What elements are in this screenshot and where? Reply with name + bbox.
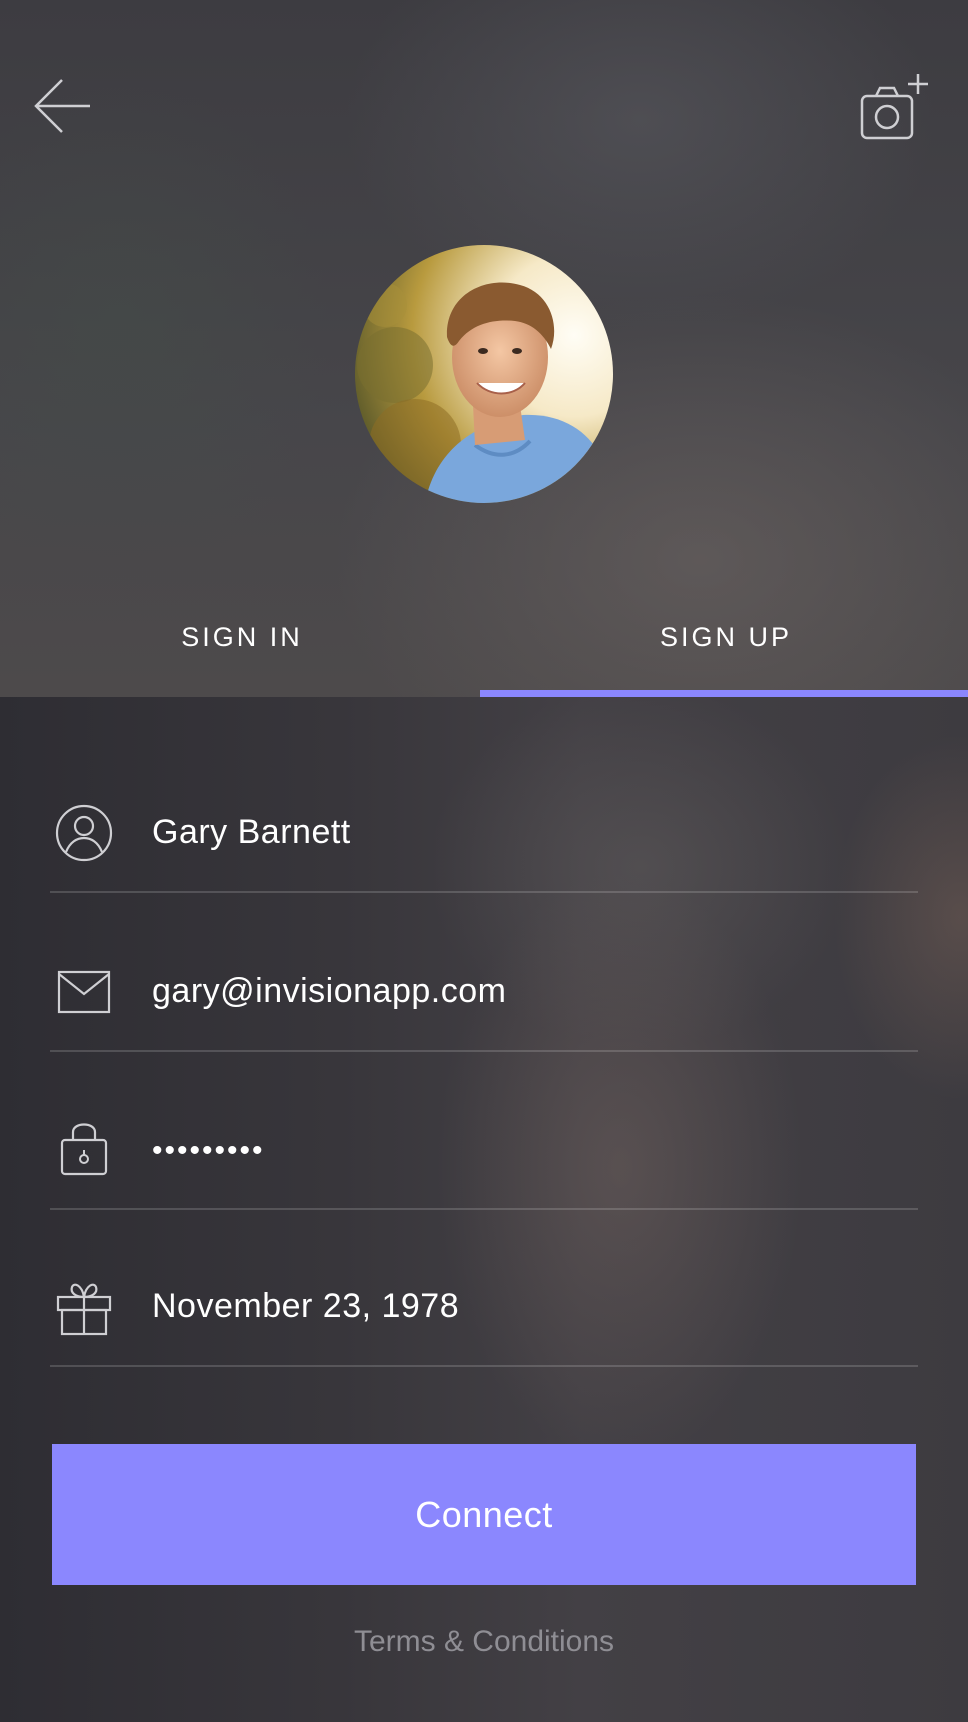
lock-icon xyxy=(60,1123,108,1176)
gift-icon xyxy=(56,1283,112,1336)
birthday-field[interactable] xyxy=(50,1207,918,1367)
arrow-left-icon xyxy=(34,79,90,133)
back-button[interactable] xyxy=(30,74,94,138)
connect-button[interactable]: Connect xyxy=(52,1444,916,1585)
password-value[interactable]: ••••••••• xyxy=(152,1134,265,1168)
add-photo-button[interactable] xyxy=(854,70,934,146)
email-input[interactable] xyxy=(152,970,852,1012)
envelope-icon xyxy=(57,970,111,1014)
tab-sign-in[interactable]: SIGN IN xyxy=(0,590,484,697)
name-field[interactable] xyxy=(50,733,918,893)
user-icon xyxy=(55,804,113,862)
active-tab-indicator xyxy=(480,690,968,697)
camera-add-icon xyxy=(860,74,928,140)
birthday-input[interactable] xyxy=(152,1285,852,1327)
avatar[interactable] xyxy=(355,245,613,503)
auth-tabs: SIGN IN SIGN UP xyxy=(0,590,968,697)
tab-sign-up[interactable]: SIGN UP xyxy=(484,590,968,697)
profile-photo xyxy=(355,245,613,503)
name-input[interactable] xyxy=(152,811,852,853)
signup-screen: SIGN IN SIGN UP ••••••••• xyxy=(0,0,968,1722)
terms-link[interactable]: Terms & Conditions xyxy=(0,1625,968,1659)
password-field[interactable]: ••••••••• xyxy=(50,1050,918,1210)
email-field[interactable] xyxy=(50,892,918,1052)
